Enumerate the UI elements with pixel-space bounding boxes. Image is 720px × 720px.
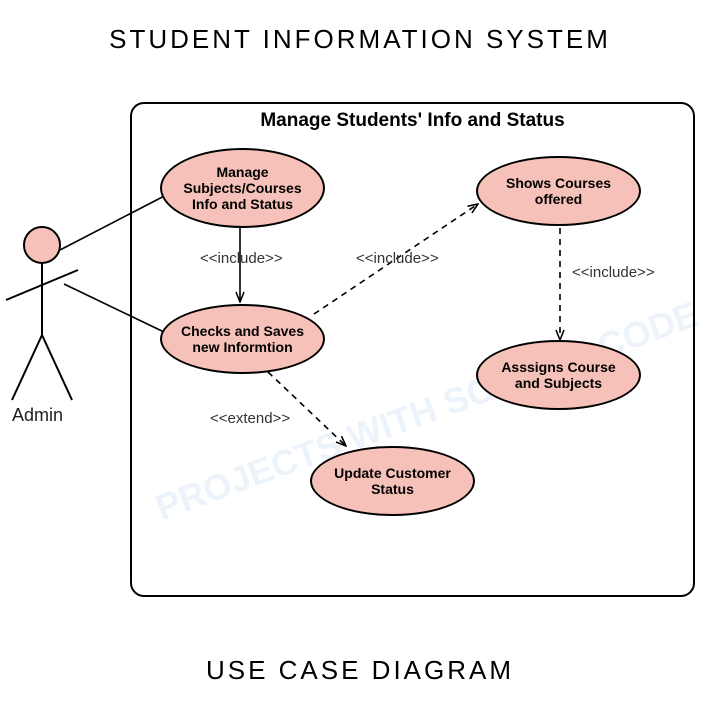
actor-label: Admin bbox=[12, 405, 63, 426]
rel-label-include-2: <<include>> bbox=[356, 250, 439, 267]
diagram-footer: USE CASE DIAGRAM bbox=[0, 655, 720, 686]
rel-label-include-3: <<include>> bbox=[572, 264, 655, 281]
rel-uc2-uc3 bbox=[268, 372, 346, 446]
usecase-update-status: Update Customer Status bbox=[310, 446, 475, 516]
usecase-shows-courses: Shows Courses offered bbox=[476, 156, 641, 226]
diagram-canvas: PROJECTS WITH SOURCE CODE Manage Student… bbox=[0, 100, 720, 630]
assoc-admin-uc2 bbox=[64, 284, 164, 332]
assoc-admin-uc1 bbox=[60, 192, 172, 250]
rel-label-include-1: <<include>> bbox=[200, 250, 283, 267]
usecase-manage-subjects: Manage Subjects/Courses Info and Status bbox=[160, 148, 325, 228]
diagram-title: STUDENT INFORMATION SYSTEM bbox=[0, 0, 720, 55]
rel-label-extend: <<extend>> bbox=[210, 410, 290, 427]
usecase-assigns-course: Asssigns Course and Subjects bbox=[476, 340, 641, 410]
usecase-check-save: Checks and Saves new Informtion bbox=[160, 304, 325, 374]
actor-icon bbox=[6, 227, 78, 400]
